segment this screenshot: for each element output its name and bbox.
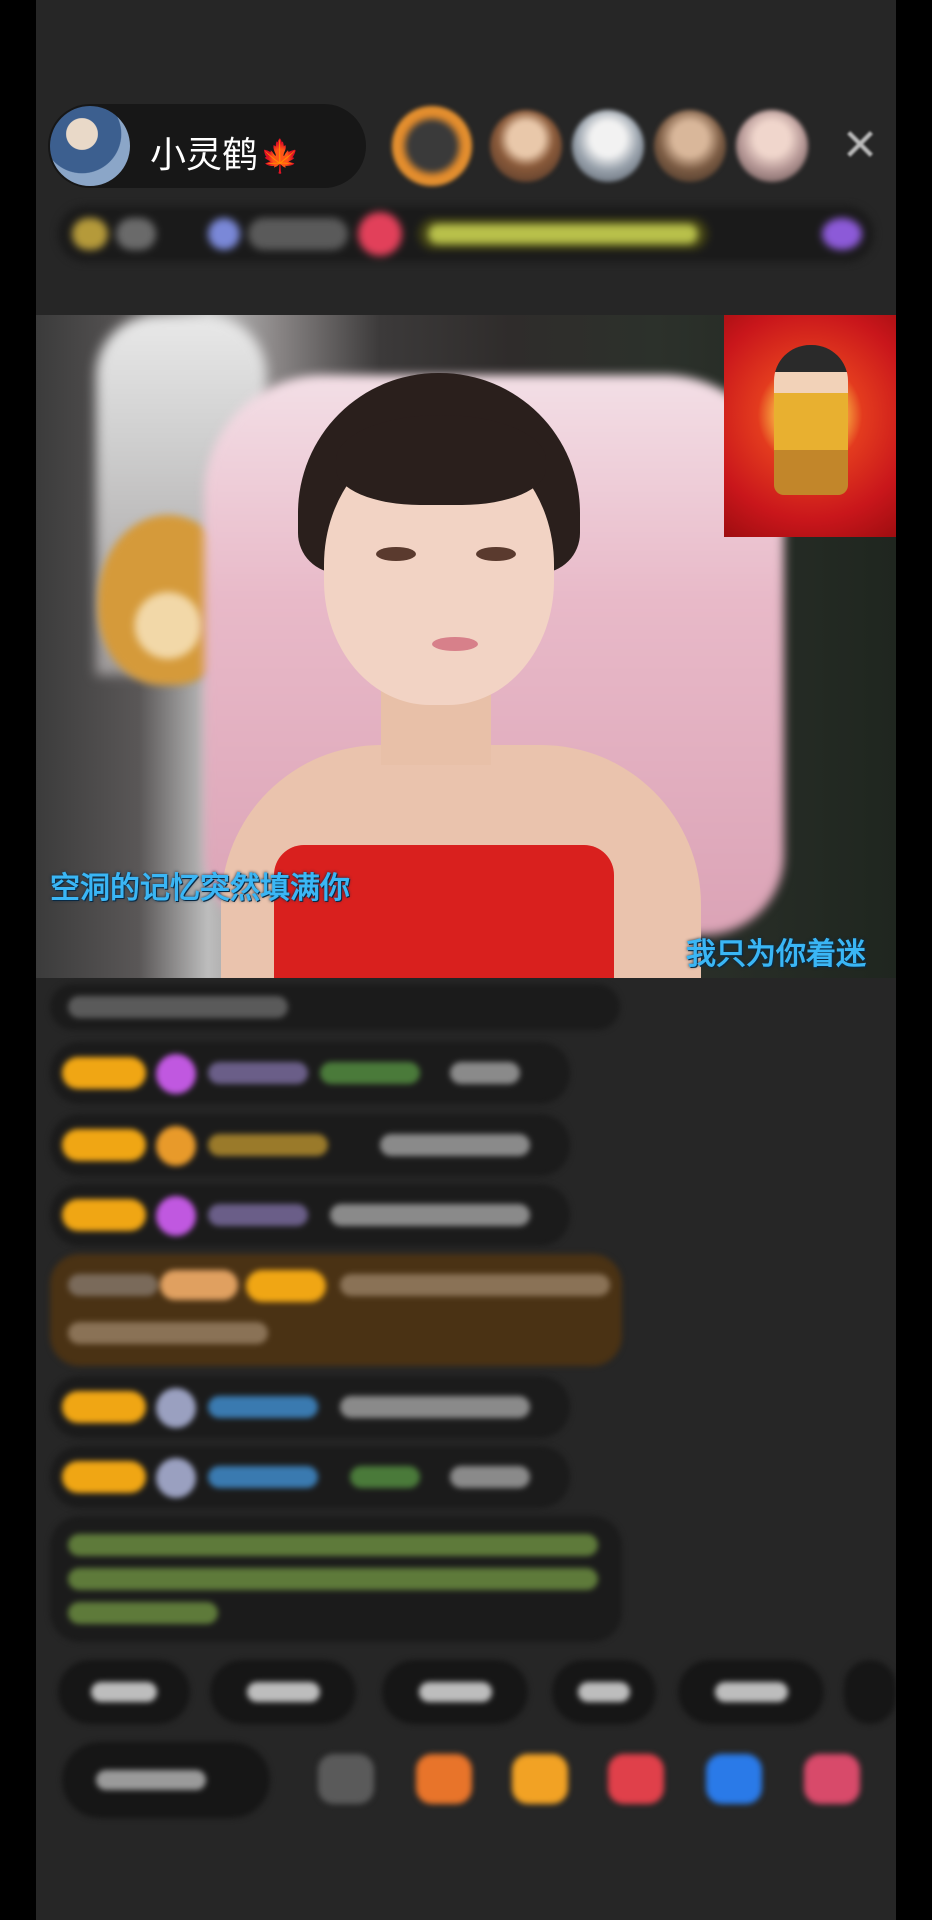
level-badge (62, 1391, 146, 1423)
live-room: 小灵鹤🍁 ✕ 空洞的记忆突然填满你 我只为你着迷 (36, 0, 896, 1920)
chat-user (208, 1134, 328, 1156)
quick-chip-3[interactable] (382, 1660, 528, 1724)
emoji-icon[interactable] (318, 1754, 374, 1804)
more-icon[interactable] (804, 1754, 860, 1804)
fans-icon (208, 218, 240, 250)
chat-message (50, 984, 620, 1030)
live-video[interactable]: 空洞的记忆突然填满你 我只为你着迷 (36, 315, 896, 978)
gamepad-icon[interactable] (706, 1754, 762, 1804)
viewer-avatar-1[interactable] (392, 106, 472, 186)
close-icon[interactable]: ✕ (834, 120, 886, 172)
chat-text (380, 1134, 530, 1156)
chat-text (450, 1062, 520, 1084)
top-bar: 小灵鹤🍁 ✕ (48, 104, 890, 188)
level-badge (62, 1129, 146, 1161)
chat-user (208, 1466, 318, 1488)
quick-chip-6[interactable] (844, 1660, 896, 1724)
activity-icon[interactable] (822, 218, 862, 250)
viewer-avatar-2[interactable] (490, 110, 562, 182)
notice-line-3 (68, 1602, 218, 1624)
chat-message (50, 1184, 570, 1246)
chat-message (50, 1376, 570, 1438)
streamer-bangs (336, 415, 546, 505)
user-icon (156, 1388, 196, 1428)
fans-value (248, 218, 348, 250)
chat-message (50, 1446, 570, 1508)
gem-icon (156, 1196, 196, 1236)
notice-line-2 (68, 1568, 598, 1590)
chat-target (350, 1466, 420, 1488)
notice-line-1 (68, 1534, 598, 1556)
quick-chip-5[interactable] (678, 1660, 824, 1724)
bottom-action-bar (62, 1742, 896, 1822)
lyric-line-2: 我只为你着迷 (686, 937, 866, 972)
level-badge (62, 1057, 146, 1089)
quick-chip-1[interactable] (58, 1660, 190, 1724)
fan-badge (160, 1270, 238, 1300)
chat-text (330, 1204, 530, 1226)
rank-value (116, 218, 156, 250)
chat-message-highlight (50, 1254, 622, 1366)
level-badge (62, 1199, 146, 1231)
chat-message (50, 1114, 570, 1176)
level-badge (62, 1461, 146, 1493)
chat-user (208, 1396, 318, 1418)
viewer-avatar-4[interactable] (654, 110, 726, 182)
quick-chip-2[interactable] (210, 1660, 356, 1724)
rank-icon (72, 218, 108, 250)
system-notice (50, 1516, 622, 1642)
quick-reply-row (58, 1660, 896, 1724)
chat-input[interactable] (62, 1742, 270, 1818)
notice-text (428, 224, 698, 244)
host-info[interactable]: 小灵鹤🍁 (48, 104, 366, 188)
fortune-god-figure (774, 345, 848, 495)
chat-user (208, 1062, 308, 1084)
chat-target (320, 1062, 420, 1084)
maple-leaf-icon: 🍁 (260, 137, 300, 175)
viewer-avatar-3[interactable] (572, 110, 644, 182)
host-name-text: 小灵鹤 (150, 135, 259, 176)
user-icon (156, 1458, 196, 1498)
streamer-lips (432, 637, 478, 651)
chat-user (208, 1204, 308, 1226)
host-name: 小灵鹤🍁 (150, 126, 300, 178)
fortune-god-image[interactable] (724, 315, 896, 537)
chat-text (340, 1274, 610, 1296)
streamer-eye-left (376, 547, 416, 561)
heart-gift-icon[interactable] (608, 1754, 664, 1804)
chat-text (340, 1396, 530, 1418)
chat-text (68, 996, 288, 1018)
host-avatar[interactable] (50, 106, 130, 186)
heart-icon (358, 212, 402, 256)
lyric-line-1: 空洞的记忆突然填满你 (50, 871, 350, 906)
chat-user (68, 1274, 158, 1296)
screen: 小灵鹤🍁 ✕ 空洞的记忆突然填满你 我只为你着迷 (0, 0, 932, 1920)
level-badge (246, 1270, 326, 1302)
chat-text-2 (68, 1322, 268, 1344)
fries-icon[interactable] (512, 1754, 568, 1804)
room-info-row[interactable] (58, 206, 874, 262)
gem-icon (156, 1054, 196, 1094)
medal-icon (156, 1126, 196, 1166)
chat-text (450, 1466, 530, 1488)
gift-box-icon[interactable] (416, 1754, 472, 1804)
viewer-avatar-5[interactable] (736, 110, 808, 182)
streamer-eye-right (476, 547, 516, 561)
quick-chip-4[interactable] (552, 1660, 656, 1724)
chat-message (50, 1042, 570, 1104)
